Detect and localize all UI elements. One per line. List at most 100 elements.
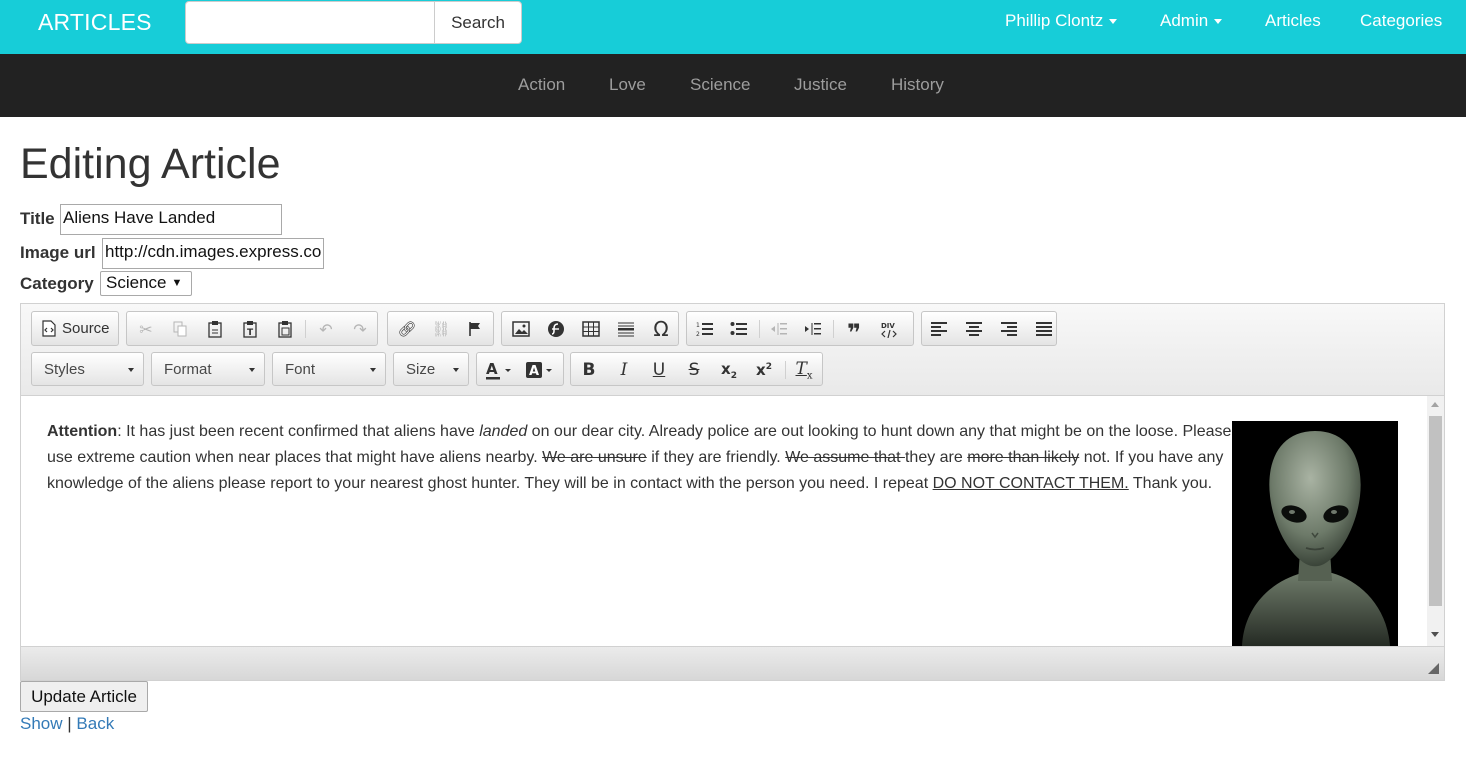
strikethrough-button[interactable]: S [681, 358, 707, 382]
user-menu[interactable]: Phillip Clontz [1005, 11, 1118, 31]
paste-word-icon [278, 321, 292, 338]
subscript-button[interactable]: x2 [716, 358, 742, 382]
undo-button[interactable]: ↶ [313, 317, 339, 341]
bottom-links: Show | Back [20, 714, 114, 734]
nav-categories-link[interactable]: Categories [1360, 11, 1442, 31]
paste-text-button[interactable]: T [237, 317, 263, 341]
source-button[interactable]: Source [41, 320, 110, 337]
editor-scrollbar[interactable] [1427, 396, 1444, 646]
bold-button[interactable]: B [576, 358, 602, 382]
align-left-button[interactable] [926, 317, 952, 341]
link-separator: | [67, 714, 72, 733]
resize-handle-icon[interactable] [1428, 663, 1439, 674]
font-dropdown[interactable]: Font [272, 352, 386, 386]
image-button[interactable] [508, 317, 534, 341]
numbered-list-button[interactable]: 12 [692, 317, 718, 341]
indent-button[interactable] [800, 317, 826, 341]
horizontal-rule-button[interactable] [613, 317, 639, 341]
title-field[interactable]: Aliens Have Landed [60, 204, 282, 235]
copy-button[interactable] [167, 317, 193, 341]
table-button[interactable] [578, 317, 604, 341]
search-input[interactable] [185, 1, 435, 44]
background-color-icon: A [526, 362, 552, 379]
omega-icon: Ω [653, 317, 669, 341]
link-icon: 🔗︎ [397, 320, 417, 338]
div-container-button[interactable]: DIV [876, 317, 902, 341]
category-link-love[interactable]: Love [609, 75, 646, 95]
strikethrough-icon: S [688, 360, 700, 380]
body-strike-text: We assume that [785, 449, 905, 466]
italic-button[interactable]: I [611, 358, 637, 382]
nav-articles-link[interactable]: Articles [1265, 11, 1321, 31]
user-menu-label: Phillip Clontz [1005, 11, 1104, 30]
category-link-action[interactable]: Action [518, 75, 565, 95]
underline-button[interactable]: U [646, 358, 672, 382]
outdent-icon [771, 323, 787, 335]
image-url-label: Image url [20, 243, 96, 262]
toolbar-group-links: 🔗︎ ⛓ [387, 311, 494, 346]
text-color-icon: A [486, 360, 511, 380]
link-button[interactable]: 🔗︎ [394, 317, 420, 341]
outdent-button[interactable] [766, 317, 792, 341]
paste-word-button[interactable] [272, 317, 298, 341]
horizontal-rule-icon [618, 322, 634, 337]
category-link-justice[interactable]: Justice [794, 75, 847, 95]
anchor-button[interactable] [462, 317, 488, 341]
toolbar-separator [833, 320, 834, 338]
cut-button[interactable]: ✂ [133, 317, 159, 341]
brand-logo[interactable]: ARTICLES [38, 9, 152, 36]
scroll-thumb[interactable] [1429, 416, 1442, 606]
align-center-icon [966, 322, 982, 336]
svg-text:1: 1 [696, 322, 700, 329]
format-dropdown[interactable]: Format [151, 352, 265, 386]
category-select[interactable]: Science ▼ [100, 271, 192, 296]
unlink-button[interactable]: ⛓ [428, 317, 454, 341]
flash-button[interactable] [543, 317, 569, 341]
category-link-history[interactable]: History [891, 75, 944, 95]
bulleted-list-button[interactable] [726, 317, 752, 341]
paste-icon [208, 321, 222, 338]
numbered-list-icon: 12 [696, 322, 713, 337]
toolbar-separator [305, 320, 306, 338]
article-body[interactable]: Attention: It has just been recent confi… [47, 419, 1232, 497]
flash-icon [548, 321, 564, 337]
copy-icon [173, 321, 187, 337]
body-text: if they are friendly. [646, 449, 786, 466]
flag-icon [469, 322, 480, 336]
background-color-button[interactable]: A [523, 358, 557, 382]
category-link-science[interactable]: Science [690, 75, 750, 95]
special-char-button[interactable]: Ω [648, 317, 674, 341]
styles-dropdown[interactable]: Styles [31, 352, 144, 386]
back-link[interactable]: Back [76, 714, 114, 733]
undo-icon: ↶ [319, 319, 333, 339]
rich-text-editor: Source ✂ T ↶ ↷ 🔗︎ ⛓ Ω 1 2 ❞ DIV Styles F… [20, 303, 1445, 681]
body-strike-text: We are unsure [542, 449, 647, 466]
search-button[interactable]: Search [434, 1, 522, 44]
scroll-up-icon[interactable] [1431, 402, 1439, 407]
superscript-button[interactable]: x2 [751, 358, 777, 382]
chevron-down-icon [1109, 19, 1118, 25]
image-icon [512, 321, 530, 337]
text-color-button[interactable]: A [483, 358, 515, 382]
underline-icon: U [652, 360, 666, 380]
remove-format-button[interactable]: Tx [791, 358, 817, 382]
image-url-field[interactable]: http://cdn.images.express.co [102, 238, 324, 269]
align-center-button[interactable] [961, 317, 987, 341]
page-title: Editing Article [20, 140, 281, 188]
update-article-button[interactable]: Update Article [20, 681, 148, 712]
format-dropdown-label: Format [164, 361, 212, 378]
svg-text:DIV: DIV [881, 322, 895, 330]
chevron-down-icon [249, 368, 255, 372]
redo-button[interactable]: ↷ [347, 317, 373, 341]
scroll-down-icon[interactable] [1431, 632, 1439, 637]
body-italic-text: landed [479, 423, 528, 440]
chevron-down-icon [128, 368, 134, 372]
show-link[interactable]: Show [20, 714, 63, 733]
blockquote-button[interactable]: ❞ [841, 317, 867, 347]
justify-button[interactable] [1031, 317, 1057, 341]
paste-button[interactable] [202, 317, 228, 341]
admin-menu[interactable]: Admin [1160, 11, 1223, 31]
size-dropdown[interactable]: Size [393, 352, 469, 386]
align-right-button[interactable] [996, 317, 1022, 341]
editor-content[interactable]: Attention: It has just been recent confi… [21, 396, 1444, 646]
